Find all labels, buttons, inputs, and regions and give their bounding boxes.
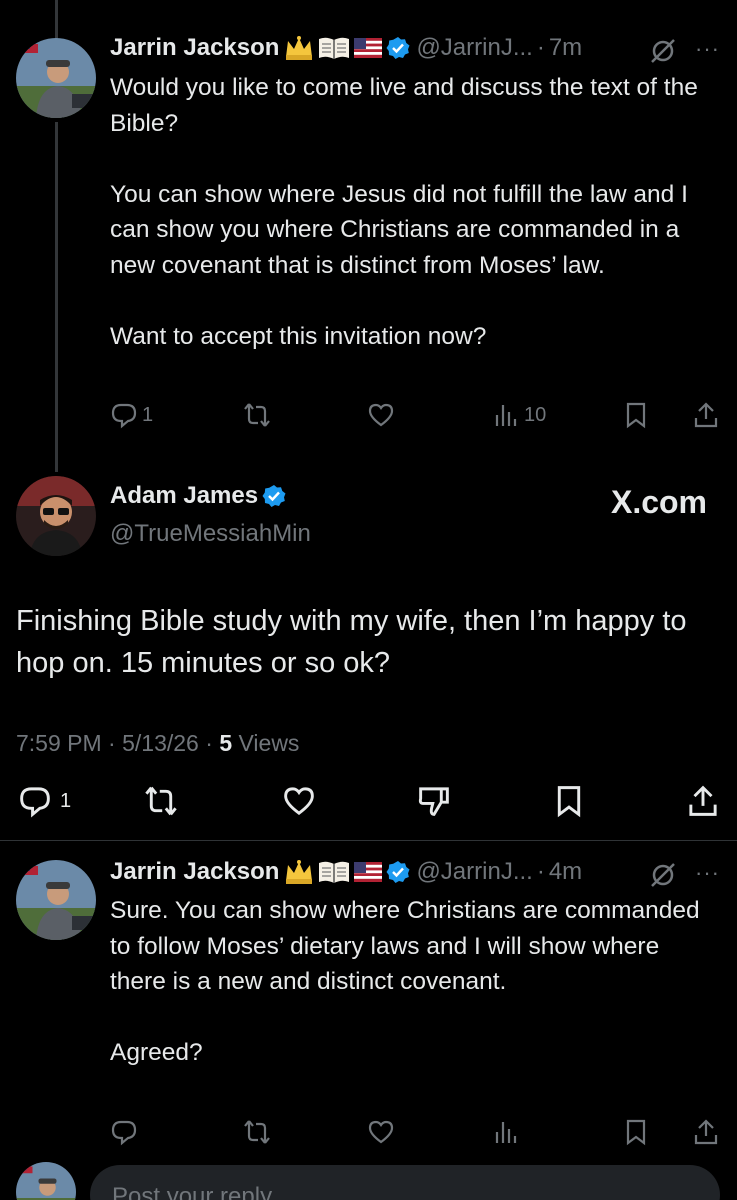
- main-author-name[interactable]: Adam James: [110, 482, 258, 510]
- avatar-jarrin-image: [16, 38, 96, 118]
- open-book-icon: [319, 861, 350, 883]
- avatar-adam[interactable]: [16, 476, 96, 556]
- views-icon: [495, 1122, 517, 1143]
- bookmark-button[interactable]: [622, 1118, 650, 1146]
- reply-button[interactable]: 1: [110, 401, 153, 429]
- post-text: Would you like to come live and discuss …: [110, 74, 698, 350]
- repost-icon: [145, 786, 177, 816]
- thread-line-top: [55, 0, 58, 40]
- post-actions: 1 10: [110, 401, 722, 431]
- avatar-jarrin[interactable]: [16, 860, 96, 940]
- post-actions: [110, 1118, 722, 1148]
- like-button[interactable]: [282, 784, 316, 818]
- open-book-icon: [319, 37, 350, 59]
- thumbs-down-icon: [418, 787, 449, 816]
- author-handle[interactable]: @JarrinJ...: [416, 858, 532, 886]
- dot-separator: ·: [536, 34, 545, 61]
- name-emoji-group: [284, 35, 383, 61]
- xcom-watermark: X.com: [610, 484, 707, 520]
- main-post-actions: 1: [16, 784, 721, 822]
- avatar-self-image: [16, 1162, 76, 1200]
- bookmark-button[interactable]: [552, 784, 586, 818]
- share-button[interactable]: [692, 1118, 720, 1146]
- divider: [0, 840, 737, 841]
- post-time[interactable]: 4m: [549, 858, 582, 886]
- reply-button[interactable]: [110, 1118, 142, 1146]
- author-name[interactable]: Jarrin Jackson: [110, 858, 279, 886]
- post-header: Jarrin Jackson @JarrinJ... · 7m: [110, 34, 582, 62]
- post-header: Jarrin Jackson @JarrinJ... · 4m: [110, 858, 582, 886]
- dot-separator: ·: [536, 858, 545, 885]
- avatar-self[interactable]: [16, 1162, 76, 1200]
- avatar-adam-image: [16, 476, 96, 556]
- reply-placeholder: Post your reply: [112, 1183, 273, 1200]
- dislike-button[interactable]: [417, 784, 451, 818]
- post-text: Sure. You can show where Christians are …: [110, 897, 700, 1066]
- views-count: 5: [219, 730, 233, 756]
- reply-input[interactable]: Post your reply: [90, 1165, 720, 1200]
- verified-badge-icon: [386, 861, 410, 883]
- author-name[interactable]: Jarrin Jackson: [110, 34, 279, 62]
- author-handle[interactable]: @JarrinJ...: [416, 34, 532, 62]
- us-flag-icon: [354, 862, 383, 882]
- heart-icon: [368, 1120, 394, 1144]
- heart-icon: [368, 403, 394, 427]
- heart-icon: [284, 787, 314, 815]
- us-flag-icon: [354, 38, 383, 58]
- post-date[interactable]: 5/13/26: [122, 730, 199, 756]
- views-icon: [495, 405, 517, 426]
- repost-icon: [244, 403, 270, 427]
- reply-count: 1: [142, 403, 154, 426]
- grok-icon[interactable]: [648, 36, 678, 66]
- crown-icon: [286, 860, 313, 884]
- crown-icon: [286, 36, 313, 60]
- share-icon: [694, 402, 718, 428]
- views-count: 10: [524, 403, 547, 426]
- post-meta: 7:59 PM · 5/13/26 · 5 Views: [16, 730, 300, 756]
- avatar-jarrin-image: [16, 860, 96, 940]
- reply-count: 1: [60, 789, 72, 812]
- grok-icon[interactable]: [648, 860, 678, 890]
- views-label: Views: [238, 730, 300, 756]
- repost-button[interactable]: [243, 1118, 271, 1146]
- verified-badge-icon: [386, 37, 410, 59]
- repost-button[interactable]: [243, 401, 271, 429]
- reply-icon: [111, 403, 137, 429]
- views-button[interactable]: [492, 1118, 524, 1146]
- main-author-row: Adam James: [110, 482, 286, 510]
- more-options-icon[interactable]: ···: [695, 860, 720, 886]
- main-author-handle[interactable]: @TrueMessiahMin: [110, 520, 311, 548]
- reply-icon: [111, 1120, 137, 1146]
- name-emoji-group: [284, 859, 383, 885]
- reply-button[interactable]: 1: [18, 784, 71, 818]
- repost-button[interactable]: [144, 784, 178, 818]
- more-options-icon[interactable]: ···: [695, 36, 720, 62]
- repost-icon: [244, 1120, 270, 1144]
- bookmark-button[interactable]: [622, 401, 650, 429]
- avatar-jarrin[interactable]: [16, 38, 96, 118]
- post-time[interactable]: 7:59 PM: [16, 730, 102, 756]
- bookmark-icon: [626, 402, 646, 429]
- thread-line-mid: [55, 122, 58, 472]
- share-button[interactable]: [692, 401, 720, 429]
- main-post-text: Finishing Bible study with my wife, then…: [16, 605, 687, 679]
- post-time[interactable]: 7m: [549, 34, 582, 62]
- share-icon: [694, 1119, 718, 1145]
- share-icon: [689, 785, 717, 816]
- verified-badge-icon: [262, 485, 286, 507]
- bookmark-icon: [626, 1119, 646, 1146]
- views-button[interactable]: 10: [492, 401, 546, 429]
- like-button[interactable]: [367, 401, 395, 429]
- share-button[interactable]: [686, 784, 720, 818]
- like-button[interactable]: [367, 1118, 395, 1146]
- reply-icon: [20, 787, 50, 818]
- bookmark-icon: [557, 786, 581, 818]
